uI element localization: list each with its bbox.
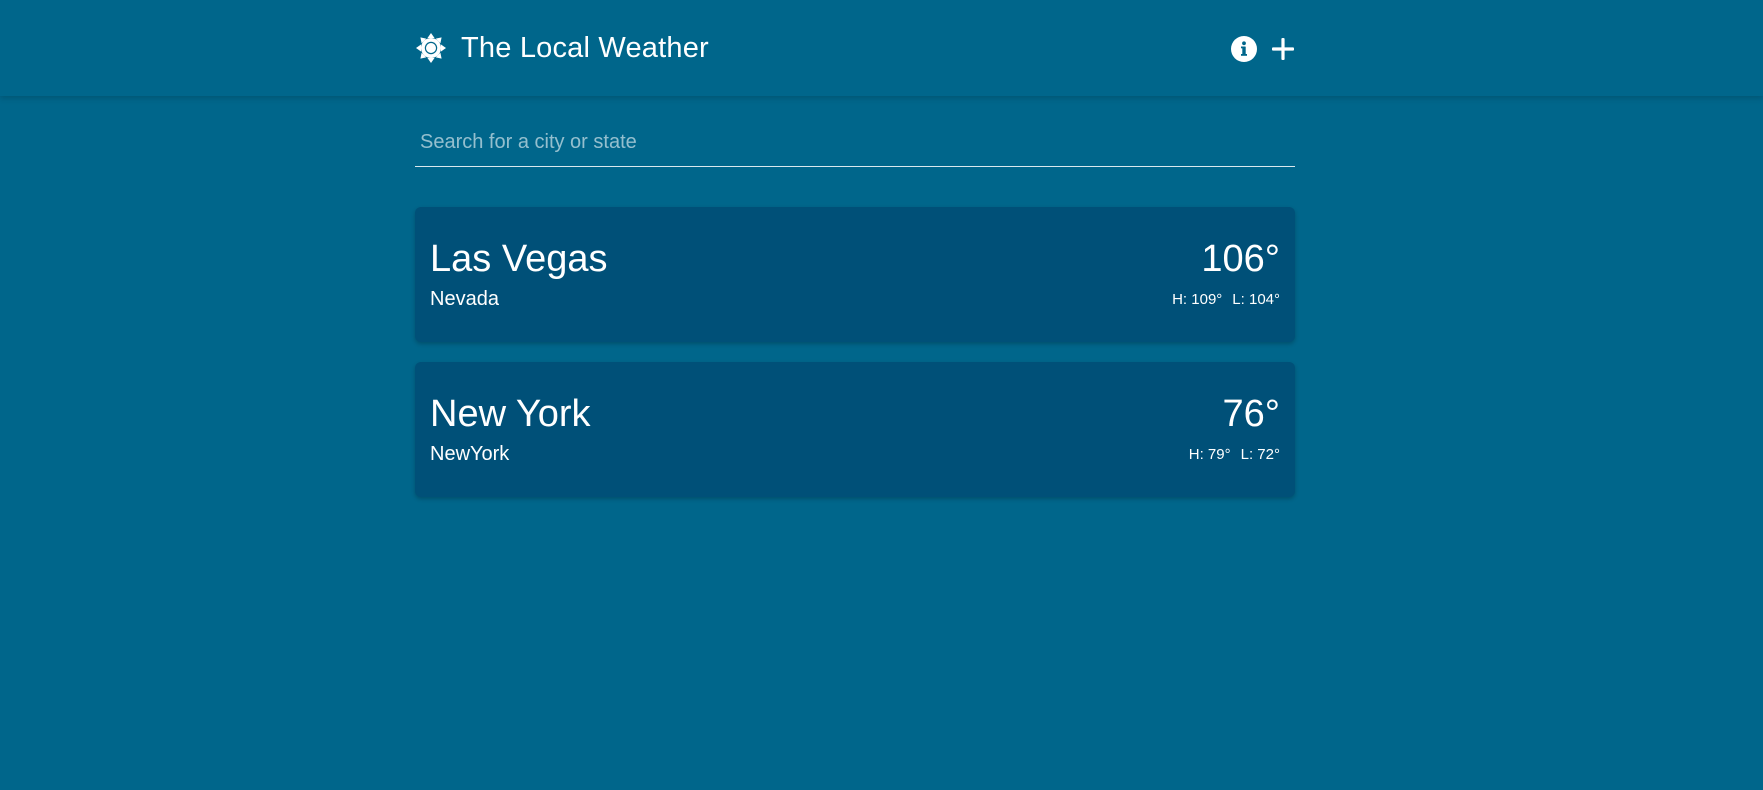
high-low-temperature: H: 109° L: 104° xyxy=(1172,291,1280,309)
high-temperature: H: 79° xyxy=(1188,446,1231,463)
state-name: Nevada xyxy=(430,288,499,310)
high-low-temperature: H: 79° L: 72° xyxy=(1189,446,1280,464)
city-name: New York xyxy=(430,393,591,435)
city-card-las-vegas[interactable]: Las Vegas Nevada 106° H: 109° L: 104° xyxy=(415,207,1295,342)
app-title: The Local Weather xyxy=(461,31,709,64)
low-temperature: L: 104° xyxy=(1232,291,1280,308)
city-name: Las Vegas xyxy=(430,238,608,280)
search-input[interactable] xyxy=(415,118,1295,166)
header-actions xyxy=(1230,35,1295,63)
info-circle-icon xyxy=(1231,36,1257,62)
city-card-list: Las Vegas Nevada 106° H: 109° L: 104° New… xyxy=(415,207,1295,517)
brand[interactable]: The Local Weather xyxy=(415,32,709,65)
high-temperature: H: 109° xyxy=(1172,291,1223,308)
city-card-new-york[interactable]: New York NewYork 76° H: 79° L: 72° xyxy=(415,362,1295,497)
low-temperature: L: 72° xyxy=(1240,446,1280,463)
state-name: NewYork xyxy=(430,443,510,465)
current-temperature: 106° xyxy=(1201,238,1280,280)
sun-icon xyxy=(415,32,447,64)
plus-icon xyxy=(1272,38,1294,60)
current-temperature: 76° xyxy=(1222,393,1280,435)
add-location-button[interactable] xyxy=(1271,37,1295,61)
app-header: The Local Weather xyxy=(0,0,1763,96)
info-button[interactable] xyxy=(1230,35,1258,63)
header-content: The Local Weather xyxy=(415,0,1295,96)
search-bar xyxy=(415,118,1295,167)
